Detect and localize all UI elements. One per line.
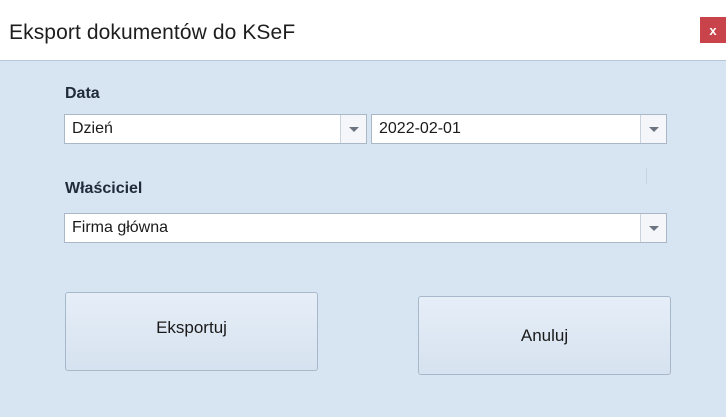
divider (646, 168, 647, 184)
owner-select[interactable]: Firma główna (64, 213, 667, 243)
date-value-select[interactable]: 2022-02-01 (371, 114, 667, 144)
close-button[interactable]: x (700, 17, 726, 43)
chevron-down-icon (648, 126, 659, 132)
export-button[interactable]: Eksportuj (65, 292, 318, 371)
close-icon: x (709, 22, 717, 38)
owner-value: Firma główna (72, 219, 169, 236)
date-type-value: Dzień (72, 120, 113, 137)
cancel-button[interactable]: Anuluj (418, 296, 671, 375)
export-button-label: Eksportuj (156, 317, 227, 337)
window-title: Eksport dokumentów do KSeF (9, 21, 296, 44)
data-label: Data (65, 85, 100, 102)
cancel-button-label: Anuluj (520, 325, 569, 345)
owner-label: Właściciel (65, 180, 143, 197)
title-bar: Eksport dokumentów do KSeF x (0, 0, 726, 60)
date-value-value: 2022-02-01 (379, 120, 461, 137)
date-type-dropdown-button[interactable] (340, 115, 366, 143)
owner-dropdown-button[interactable] (640, 214, 666, 242)
chevron-down-icon (348, 126, 359, 132)
date-value-dropdown-button[interactable] (640, 115, 666, 143)
chevron-down-icon (648, 225, 659, 231)
date-type-select[interactable]: Dzień (64, 114, 367, 144)
